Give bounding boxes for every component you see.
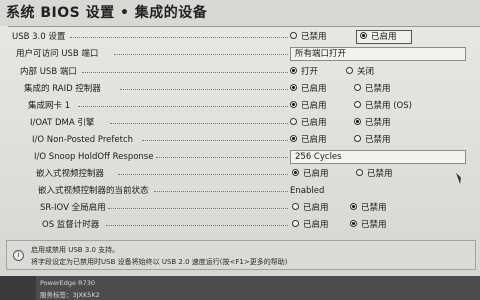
option-enabled[interactable]: 已启用 <box>290 115 327 131</box>
option-disabled[interactable]: 已禁用 <box>350 200 387 216</box>
setting-row-io-prefetch[interactable]: I/O Non-Posted Prefetch 已启用 已禁用 <box>8 132 480 148</box>
setting-label: 用户可访问 USB 端口 <box>16 49 99 59</box>
radio-selected-icon <box>360 32 367 39</box>
monitor-bezel <box>0 276 36 300</box>
setting-row-raid[interactable]: 集成的 RAID 控制器 已启用 已禁用 <box>8 81 480 97</box>
radio-icon <box>356 169 363 176</box>
setting-row-os-watchdog[interactable]: OS 监督计时器 已启用 已禁用 <box>8 217 480 233</box>
dropdown-user-usb-ports[interactable]: 所有端口打开 <box>290 47 466 61</box>
dotted-leader <box>118 174 288 175</box>
radio-icon <box>354 84 361 91</box>
dotted-leader <box>106 225 288 226</box>
radio-selected-icon <box>292 169 299 176</box>
help-text-line-1: 启用或禁用 USB 3.0 支持。 <box>31 246 120 254</box>
setting-label: USB 3.0 设置 <box>12 32 66 42</box>
radio-icon <box>346 67 353 74</box>
setting-row-video-state: 嵌入式视频控制器的当前状态 Enabled <box>8 183 480 199</box>
dotted-leader <box>108 208 288 209</box>
setting-row-usb3[interactable]: USB 3.0 设置 已禁用 已启用 <box>8 29 480 45</box>
setting-row-ioat-dma[interactable]: I/OAT DMA 引擎 已启用 已禁用 <box>8 115 480 131</box>
radio-icon <box>290 118 297 125</box>
info-icon: i <box>13 250 24 261</box>
setting-label: 嵌入式视频控制器 <box>36 169 105 179</box>
dotted-leader <box>120 89 288 90</box>
option-disabled[interactable]: 已禁用 <box>356 166 393 182</box>
setting-label: I/OAT DMA 引擎 <box>30 118 95 128</box>
radio-icon <box>354 135 361 142</box>
video-state-value: Enabled <box>290 186 325 196</box>
setting-label: I/O Non-Posted Prefetch <box>32 135 134 145</box>
option-enabled[interactable]: 已启用 <box>292 217 329 233</box>
dotted-leader <box>82 72 288 73</box>
option-on[interactable]: 打开 <box>290 64 318 80</box>
option-enabled-selected[interactable]: 已启用 <box>356 30 412 44</box>
radio-icon <box>292 203 299 210</box>
radio-selected-icon <box>350 220 357 227</box>
option-enabled[interactable]: 已启用 <box>290 98 327 114</box>
radio-icon <box>354 101 361 108</box>
option-disabled[interactable]: 已禁用 <box>354 115 391 131</box>
dotted-leader <box>156 157 288 158</box>
radio-icon <box>290 32 297 39</box>
help-box: i 启用或禁用 USB 3.0 支持。 将字段设定为已禁用时USB 设备将始终以… <box>6 240 476 270</box>
setting-label: 内部 USB 端口 <box>20 67 77 77</box>
radio-selected-icon <box>290 101 297 108</box>
footer-bar: PowerEdge R730 服务标签：3JXK5K2 <box>0 276 480 300</box>
system-model: PowerEdge R730 <box>40 279 95 287</box>
page-title: 系统 BIOS 设置 • 集成的设备 <box>0 0 480 26</box>
dotted-leader <box>142 140 288 141</box>
option-enabled[interactable]: 已启用 <box>290 132 327 148</box>
service-tag: 服务标签：3JXK5K2 <box>40 291 100 299</box>
option-disabled[interactable]: 已禁用 <box>350 217 387 233</box>
option-enabled[interactable]: 已启用 <box>292 166 329 182</box>
settings-panel: USB 3.0 设置 已禁用 已启用 用户可访问 USB 端口 所有端口打开 内… <box>8 26 480 238</box>
help-text-line-2: 将字段设定为已禁用时USB 设备将始终以 USB 2.0 速度运行(按<F1>更… <box>31 258 288 266</box>
bios-screen: 系统 BIOS 设置 • 集成的设备 USB 3.0 设置 已禁用 已启用 用户… <box>0 0 480 300</box>
option-disabled-os[interactable]: 已禁用 (OS) <box>354 98 412 114</box>
setting-label: OS 监督计时器 <box>42 220 100 230</box>
dotted-leader <box>110 123 288 124</box>
setting-row-nic1[interactable]: 集成网卡 1 已启用 已禁用 (OS) <box>8 98 480 114</box>
dropdown-snoop-holdoff[interactable]: 256 Cycles <box>290 150 466 164</box>
radio-selected-icon <box>350 203 357 210</box>
radio-selected-icon <box>290 84 297 91</box>
setting-row-sriov[interactable]: SR-IOV 全局启用 已启用 已禁用 <box>8 200 480 216</box>
dotted-leader <box>114 54 288 55</box>
radio-selected-icon <box>354 118 361 125</box>
setting-row-user-usb-ports[interactable]: 用户可访问 USB 端口 所有端口打开 <box>8 46 480 62</box>
setting-label: 嵌入式视频控制器的当前状态 <box>38 186 149 196</box>
option-enabled[interactable]: 已启用 <box>290 81 327 97</box>
option-disabled[interactable]: 已禁用 <box>354 81 391 97</box>
dotted-leader <box>70 37 288 38</box>
setting-label: 集成网卡 1 <box>28 101 71 111</box>
setting-label: I/O Snoop HoldOff Response <box>34 152 154 162</box>
radio-selected-icon <box>290 67 297 74</box>
setting-row-io-snoop[interactable]: I/O Snoop HoldOff Response 256 Cycles <box>8 149 480 165</box>
option-enabled[interactable]: 已启用 <box>292 200 329 216</box>
dotted-leader <box>154 191 288 192</box>
radio-icon <box>292 220 299 227</box>
setting-label: SR-IOV 全局启用 <box>40 203 106 213</box>
dotted-leader <box>78 106 288 107</box>
option-disabled[interactable]: 已禁用 <box>354 132 391 148</box>
setting-row-video-controller[interactable]: 嵌入式视频控制器 已启用 已禁用 <box>8 166 480 182</box>
setting-label: 集成的 RAID 控制器 <box>24 84 101 94</box>
setting-row-internal-usb[interactable]: 内部 USB 端口 打开 关闭 <box>8 64 480 80</box>
option-disabled[interactable]: 已禁用 <box>290 29 327 45</box>
radio-selected-icon <box>290 135 297 142</box>
option-off[interactable]: 关闭 <box>346 64 374 80</box>
